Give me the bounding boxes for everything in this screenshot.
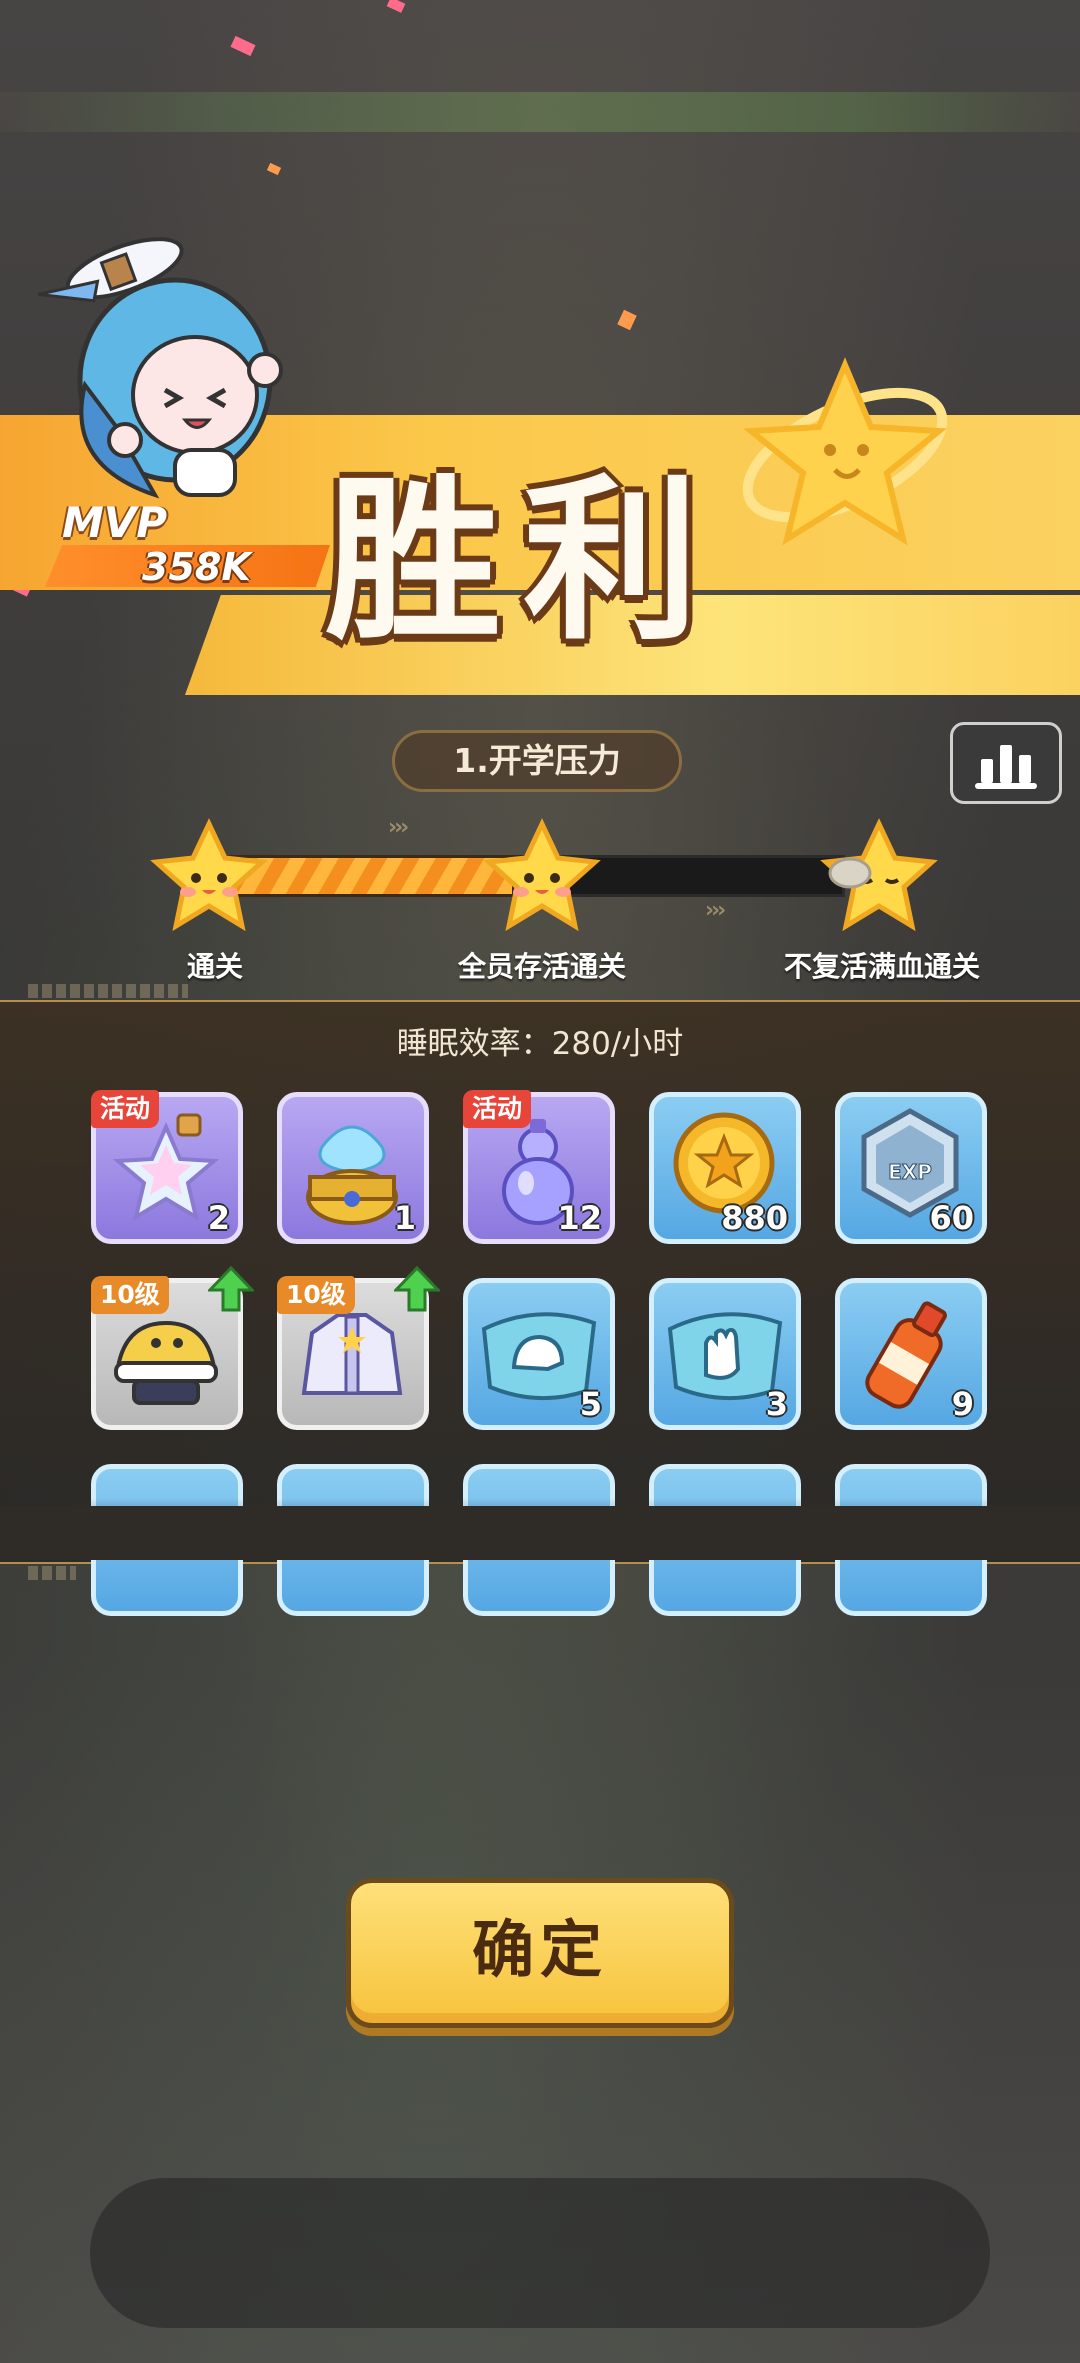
sleep-efficiency: 睡眠效率：280/小时 [396, 1026, 684, 1062]
statistics-button[interactable] [950, 722, 1062, 804]
chevron-right-icon: ››› [705, 898, 726, 923]
event-tag: 活动 [91, 1090, 160, 1128]
objective-star-icon [483, 818, 601, 932]
objective-label: 全员存活通关 [457, 950, 626, 983]
reward-quantity: 1 [393, 1199, 416, 1237]
objective-star-sleeping-icon [820, 818, 938, 932]
reward-item[interactable]: EXP 60 [835, 1092, 987, 1244]
background-hud-strip [0, 92, 1080, 132]
event-tag: 活动 [463, 1090, 532, 1128]
objective-star-icon [150, 818, 268, 932]
victory-star-icon [742, 357, 948, 546]
level-tag: 10级 [277, 1276, 355, 1314]
upgrade-arrow-icon [208, 1266, 254, 1312]
reward-quantity: 2 [207, 1199, 230, 1237]
reward-item[interactable]: 880 [649, 1092, 801, 1244]
level-tag: 10级 [91, 1276, 169, 1314]
bar-chart-icon [975, 745, 1037, 789]
panel-decoration [28, 984, 188, 998]
reward-quantity: 5 [579, 1385, 602, 1423]
reward-quantity: 12 [557, 1199, 602, 1237]
mvp-score: 358K [142, 545, 251, 589]
reward-quantity: 880 [721, 1199, 788, 1237]
scroll-mask [0, 1506, 1080, 1560]
reward-quantity: 3 [765, 1385, 788, 1423]
mvp-label: MVP [62, 498, 168, 547]
reward-item[interactable]: 1 [277, 1092, 429, 1244]
victory-title: 胜利 [325, 459, 722, 664]
chevron-right-icon: ››› [388, 815, 409, 840]
panel-decoration [28, 1566, 76, 1580]
reward-quantity: 60 [929, 1199, 974, 1237]
reward-item[interactable]: 5 [463, 1278, 615, 1430]
mvp-character-avatar [38, 237, 283, 499]
objective-label: 不复活满血通关 [783, 950, 980, 983]
reward-item[interactable]: 9 [835, 1278, 987, 1430]
reward-quantity: 9 [951, 1385, 974, 1423]
level-name: 1.开学压力 [392, 730, 682, 792]
confirm-button[interactable]: 确定 [346, 1878, 734, 2028]
svg-text:EXP: EXP [888, 1160, 932, 1184]
objective-label: 通关 [186, 950, 243, 983]
upgrade-arrow-icon [394, 1266, 440, 1312]
reward-item[interactable]: 3 [649, 1278, 801, 1430]
background-bottom-bar [90, 2178, 990, 2328]
